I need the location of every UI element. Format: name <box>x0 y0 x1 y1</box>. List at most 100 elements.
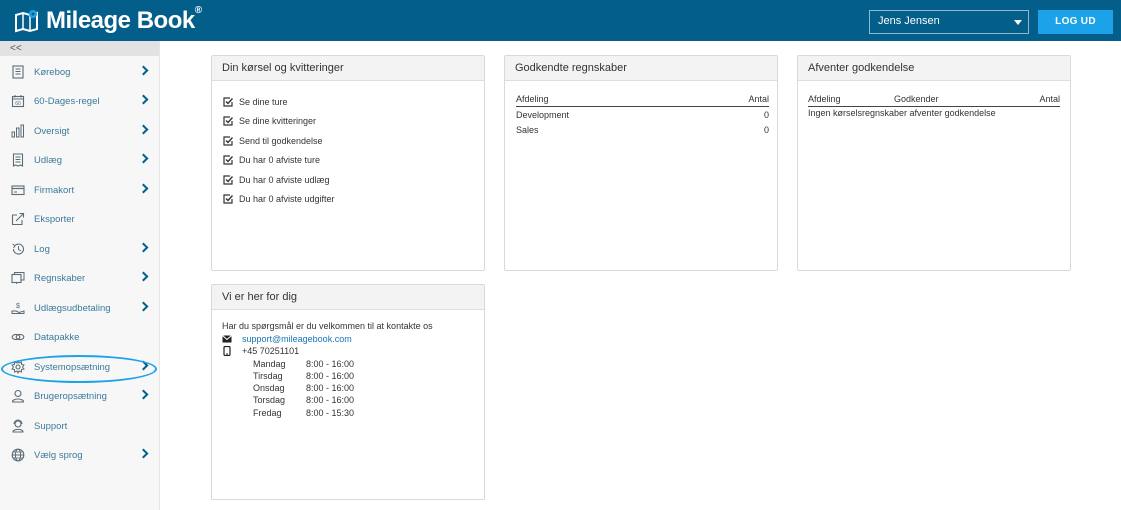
svg-text:$: $ <box>16 303 20 310</box>
hand-money-icon: $ <box>10 300 26 316</box>
sidebar-item-label: Datapakke <box>34 331 80 343</box>
sidebar-item-label: Log <box>34 243 50 255</box>
checklist-item[interactable]: Se dine kvitteringer <box>223 112 484 132</box>
driving-panel: Din kørsel og kvitteringer Se dine ture S… <box>211 55 485 271</box>
chevron-down-icon <box>1014 20 1022 25</box>
sidebar-item-label: Udlæg <box>34 154 62 166</box>
checklist-item[interactable]: Du har 0 afviste udgifter <box>223 190 484 210</box>
checklist-item-label: Du har 0 afviste udgifter <box>239 194 335 205</box>
sidebar-item-log[interactable]: Log <box>0 236 160 262</box>
chevron-right-icon[interactable] <box>138 360 149 371</box>
globe-icon <box>10 447 26 463</box>
chevron-right-icon[interactable] <box>138 301 149 312</box>
user-select-value: Jens Jensen <box>878 15 940 27</box>
checkbox-checked-icon <box>223 155 233 165</box>
checklist-item[interactable]: Se dine ture <box>223 92 484 112</box>
count-cell: 0 <box>763 125 769 135</box>
sidebar-item-regnskaber[interactable]: Regnskaber <box>0 265 160 291</box>
table-row[interactable]: Sales 0 <box>516 122 769 137</box>
sidebar-item-kørebog[interactable]: Kørebog <box>0 59 160 85</box>
department-cell: Sales <box>516 125 539 135</box>
sidebar-item-oversigt[interactable]: Oversigt <box>0 118 160 144</box>
checklist-item[interactable]: Du har 0 afviste udlæg <box>223 170 484 190</box>
chevron-right-icon[interactable] <box>138 389 149 400</box>
sidebar-item-brugeropsætning[interactable]: Brugeropsætning <box>0 383 160 409</box>
app-logo[interactable]: Mileage Book® <box>14 5 202 36</box>
sidebar-item-label: Udlægsudbetaling <box>34 302 111 314</box>
department-cell: Development <box>516 110 570 120</box>
checkbox-checked-icon <box>223 136 233 146</box>
checklist-item[interactable]: Send til godkendelse <box>223 131 484 151</box>
contact-info: Har du spørgsmål er du velkommen til at … <box>212 310 484 419</box>
export-icon <box>10 211 26 227</box>
hours-time: 8:00 - 15:30 <box>306 407 355 418</box>
chevron-right-icon[interactable] <box>138 94 149 105</box>
chevron-right-icon[interactable] <box>138 183 149 194</box>
checklist-item-label: Du har 0 afviste udlæg <box>239 174 330 185</box>
checkbox-checked-icon <box>223 116 233 126</box>
sidebar-item-firmakort[interactable]: Firmakort <box>0 177 160 203</box>
hours-time: 8:00 - 16:00 <box>306 358 355 369</box>
support-email-link[interactable]: support@mileagebook.com <box>242 333 352 346</box>
approved-panel: Godkendte regnskaber Afdeling Antal Deve… <box>504 55 778 271</box>
map-book-icon <box>15 10 38 33</box>
hours-day: Mandag <box>253 358 286 369</box>
checklist-item-label: Se dine ture <box>239 96 288 107</box>
bar-chart-icon <box>10 123 26 139</box>
chevron-right-icon[interactable] <box>138 242 149 253</box>
sidebar-item-label: 60-Dages-regel <box>34 95 100 107</box>
driving-list: Se dine ture Se dine kvitteringer Send til… <box>212 81 484 209</box>
pending-table: Afdeling Godkender Antal Ingen kørselsre… <box>808 93 1060 120</box>
sidebar-item-eksporter[interactable]: Eksporter <box>0 206 160 232</box>
sidebar-item-label: Oversigt <box>34 125 70 137</box>
hours-day: Onsdag <box>253 383 285 394</box>
sidebar-item-label: Kørebog <box>34 66 71 78</box>
chevron-right-icon[interactable] <box>138 65 149 76</box>
table-row[interactable]: Development 0 <box>516 107 769 123</box>
sidebar-item-datapakke[interactable]: Datapakke <box>0 324 160 350</box>
sidebar-item-label: Vælg sprog <box>34 449 83 461</box>
sidebar-item-udlæg[interactable]: Udlæg <box>0 147 160 173</box>
sidebar-item-vælg-sprog[interactable]: Vælg sprog <box>0 442 160 468</box>
approved-panel-title: Godkendte regnskaber <box>505 56 777 81</box>
pending-panel: Afventer godkendelse Afdeling Godkender … <box>797 55 1071 271</box>
column-header: Afdeling <box>808 93 894 107</box>
sidebar-item-systemopsætning[interactable]: Systemopsætning <box>0 354 160 380</box>
sidebar-item-label: Brugeropsætning <box>34 390 107 402</box>
sidebar-item-support[interactable]: Support <box>0 413 160 439</box>
history-icon <box>10 241 26 257</box>
envelope-icon <box>222 334 232 343</box>
checklist-item-label: Send til godkendelse <box>239 135 323 146</box>
checklist-item[interactable]: Du har 0 afviste ture <box>223 151 484 171</box>
gear-icon <box>10 359 26 375</box>
approved-table: Afdeling Antal Development 0 Sales 0 <box>516 93 769 137</box>
sidebar-item-label: Regnskaber <box>34 272 86 284</box>
sidebar-item-label: Firmakort <box>34 184 75 196</box>
checklist-item-label: Du har 0 afviste ture <box>239 155 321 166</box>
user-icon <box>10 388 26 404</box>
support-icon <box>10 418 26 434</box>
mobile-phone-icon <box>223 346 231 357</box>
logout-button[interactable]: LOG UD <box>1038 10 1113 34</box>
chevron-right-icon[interactable] <box>138 448 149 459</box>
hours-time: 8:00 - 16:00 <box>306 370 355 381</box>
user-select[interactable]: Jens Jensen <box>869 10 1029 34</box>
sidebar-item-udlægsudbetaling[interactable]: $ Udlægsudbetaling <box>0 295 160 321</box>
column-header: Afdeling <box>516 93 699 107</box>
count-cell: 0 <box>763 110 769 120</box>
pending-panel-title: Afventer godkendelse <box>798 56 1070 81</box>
chevron-right-icon[interactable] <box>138 153 149 164</box>
chevron-right-icon[interactable] <box>138 124 149 135</box>
hours-day: Fredag <box>253 407 282 418</box>
svg-text:60: 60 <box>15 101 21 107</box>
sidebar-item-60-dages-regel[interactable]: 60 60-Dages-regel <box>0 88 160 114</box>
empty-state-text: Ingen kørselsregnskaber afventer godkend… <box>808 108 996 118</box>
collapse-sidebar-button[interactable]: << <box>0 41 159 56</box>
hours-day: Torsdag <box>253 395 286 406</box>
hours-time: 8:00 - 16:00 <box>306 383 355 394</box>
help-panel: Vi er her for dig Har du spørgsmål er du… <box>211 284 485 500</box>
chevron-right-icon[interactable] <box>138 271 149 282</box>
book-icon <box>10 64 26 80</box>
contact-intro: Har du spørgsmål er du velkommen til at … <box>222 321 433 331</box>
app-name: Mileage Book <box>46 7 195 34</box>
